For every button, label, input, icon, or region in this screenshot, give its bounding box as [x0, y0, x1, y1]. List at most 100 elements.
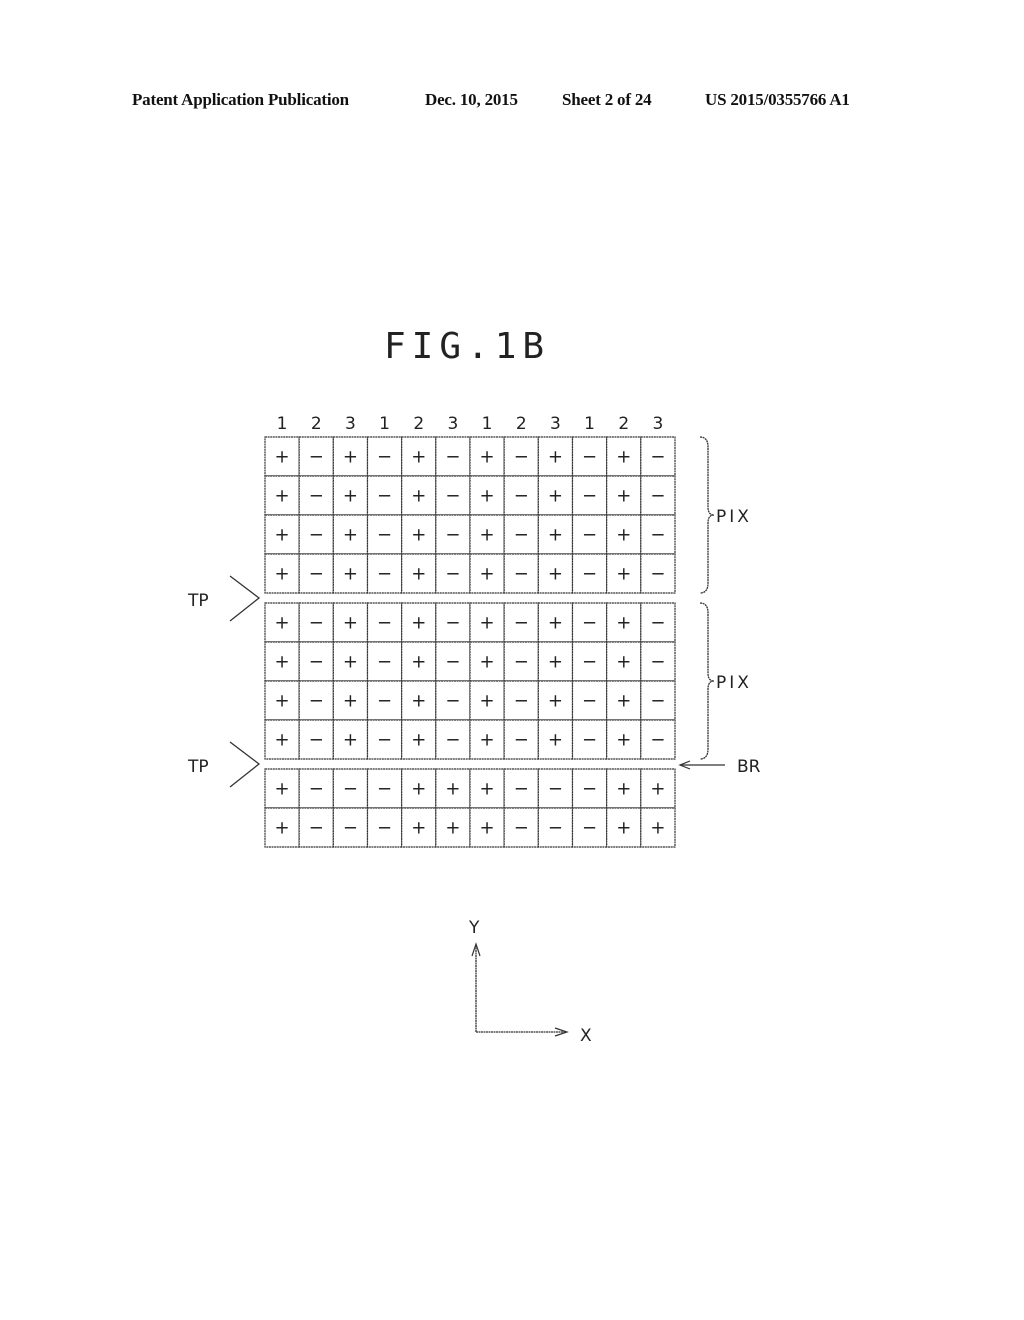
- negative-polarity-mark: −: [309, 525, 324, 546]
- negative-polarity-mark: −: [514, 525, 529, 546]
- positive-polarity-mark: +: [480, 730, 495, 751]
- negative-polarity-mark: −: [309, 447, 324, 468]
- boundary-row-block: + − − − + + + − − − + ++ − − − + + + − − − + +: [264, 768, 676, 848]
- negative-polarity-mark: −: [582, 447, 597, 468]
- pixel-polarity-diagram: 123123123123 + − + − + − + − + − + −+ − + − + − + − + − + −+ − +…: [187, 414, 761, 1046]
- column-labels: 1 2 3 1 2 3 1 2 3 1 2 3: [277, 414, 664, 434]
- positive-polarity-mark: +: [548, 486, 563, 507]
- negative-polarity-mark: −: [445, 652, 460, 673]
- negative-polarity-mark: −: [445, 691, 460, 712]
- positive-polarity-mark: +: [480, 779, 495, 800]
- positive-polarity-mark: +: [480, 691, 495, 712]
- negative-polarity-mark: −: [309, 652, 324, 673]
- negative-polarity-mark: −: [582, 730, 597, 751]
- negative-polarity-mark: −: [650, 730, 665, 751]
- tp-marker-1: [229, 575, 261, 622]
- positive-polarity-mark: +: [411, 779, 426, 800]
- column-label: 3: [448, 414, 459, 434]
- positive-polarity-mark: +: [650, 818, 665, 839]
- pixel-grids: + − + − + − + − + − + −+ − + − + − + − + − + −+ − + − + − + − + − + −+ − + −…: [264, 436, 676, 848]
- column-label: 2: [413, 414, 424, 434]
- positive-polarity-mark: +: [343, 652, 358, 673]
- positive-polarity-mark: +: [480, 613, 495, 634]
- negative-polarity-mark: −: [514, 486, 529, 507]
- positive-polarity-mark: +: [411, 652, 426, 673]
- negative-polarity-mark: −: [309, 486, 324, 507]
- positive-polarity-mark: +: [480, 652, 495, 673]
- tp-marker-2: [229, 741, 261, 788]
- positive-polarity-mark: +: [480, 564, 495, 585]
- br-label: BR: [737, 757, 761, 777]
- negative-polarity-mark: −: [548, 818, 563, 839]
- positive-polarity-mark: +: [650, 779, 665, 800]
- negative-polarity-mark: −: [514, 818, 529, 839]
- negative-polarity-mark: −: [514, 564, 529, 585]
- positive-polarity-mark: +: [275, 447, 290, 468]
- negative-polarity-mark: −: [377, 564, 392, 585]
- positive-polarity-mark: +: [275, 613, 290, 634]
- positive-polarity-mark: +: [411, 691, 426, 712]
- negative-polarity-mark: −: [309, 818, 324, 839]
- positive-polarity-mark: +: [343, 730, 358, 751]
- positive-polarity-mark: +: [275, 525, 290, 546]
- positive-polarity-mark: +: [548, 447, 563, 468]
- negative-polarity-mark: −: [309, 564, 324, 585]
- negative-polarity-mark: −: [514, 652, 529, 673]
- negative-polarity-mark: −: [514, 613, 529, 634]
- positive-polarity-mark: +: [411, 525, 426, 546]
- negative-polarity-mark: −: [650, 652, 665, 673]
- negative-polarity-mark: −: [445, 447, 460, 468]
- negative-polarity-mark: −: [343, 779, 358, 800]
- tp-label-1: TP: [187, 591, 209, 611]
- positive-polarity-mark: +: [275, 486, 290, 507]
- negative-polarity-mark: −: [309, 730, 324, 751]
- negative-polarity-mark: −: [582, 613, 597, 634]
- negative-polarity-mark: −: [650, 613, 665, 634]
- positive-polarity-mark: +: [616, 447, 631, 468]
- positive-polarity-mark: +: [343, 613, 358, 634]
- column-label: 1: [379, 414, 390, 434]
- negative-polarity-mark: −: [514, 730, 529, 751]
- negative-polarity-mark: −: [377, 818, 392, 839]
- pix-brace-2: [699, 602, 715, 760]
- positive-polarity-mark: +: [548, 730, 563, 751]
- pixel-block-2: + − + − + − + − + − + −+ − + − + − + − + − + −+ − + − + − + − + − + −+ − + −…: [264, 602, 676, 760]
- positive-polarity-mark: +: [616, 818, 631, 839]
- negative-polarity-mark: −: [377, 779, 392, 800]
- tp-label-2: TP: [187, 757, 209, 777]
- negative-polarity-mark: −: [377, 613, 392, 634]
- positive-polarity-mark: +: [480, 447, 495, 468]
- positive-polarity-mark: +: [411, 564, 426, 585]
- negative-polarity-mark: −: [582, 652, 597, 673]
- column-label: 1: [482, 414, 493, 434]
- pix-label-2: PIX: [716, 673, 752, 693]
- positive-polarity-mark: +: [343, 447, 358, 468]
- positive-polarity-mark: +: [411, 818, 426, 839]
- positive-polarity-mark: +: [275, 730, 290, 751]
- negative-polarity-mark: −: [650, 447, 665, 468]
- negative-polarity-mark: −: [309, 613, 324, 634]
- negative-polarity-mark: −: [650, 564, 665, 585]
- negative-polarity-mark: −: [445, 613, 460, 634]
- negative-polarity-mark: −: [548, 779, 563, 800]
- column-label: 2: [311, 414, 322, 434]
- pix-label-1: PIX: [716, 507, 752, 527]
- positive-polarity-mark: +: [616, 486, 631, 507]
- negative-polarity-mark: −: [582, 691, 597, 712]
- column-label: 1: [277, 414, 288, 434]
- positive-polarity-mark: +: [411, 447, 426, 468]
- positive-polarity-mark: +: [480, 486, 495, 507]
- negative-polarity-mark: −: [377, 525, 392, 546]
- positive-polarity-mark: +: [548, 564, 563, 585]
- column-label: 3: [653, 414, 664, 434]
- positive-polarity-mark: +: [275, 691, 290, 712]
- positive-polarity-mark: +: [411, 486, 426, 507]
- column-label: 2: [516, 414, 527, 434]
- negative-polarity-mark: −: [650, 525, 665, 546]
- negative-polarity-mark: −: [377, 652, 392, 673]
- positive-polarity-mark: +: [275, 779, 290, 800]
- positive-polarity-mark: +: [548, 613, 563, 634]
- positive-polarity-mark: +: [411, 730, 426, 751]
- column-label: 1: [584, 414, 595, 434]
- negative-polarity-mark: −: [514, 691, 529, 712]
